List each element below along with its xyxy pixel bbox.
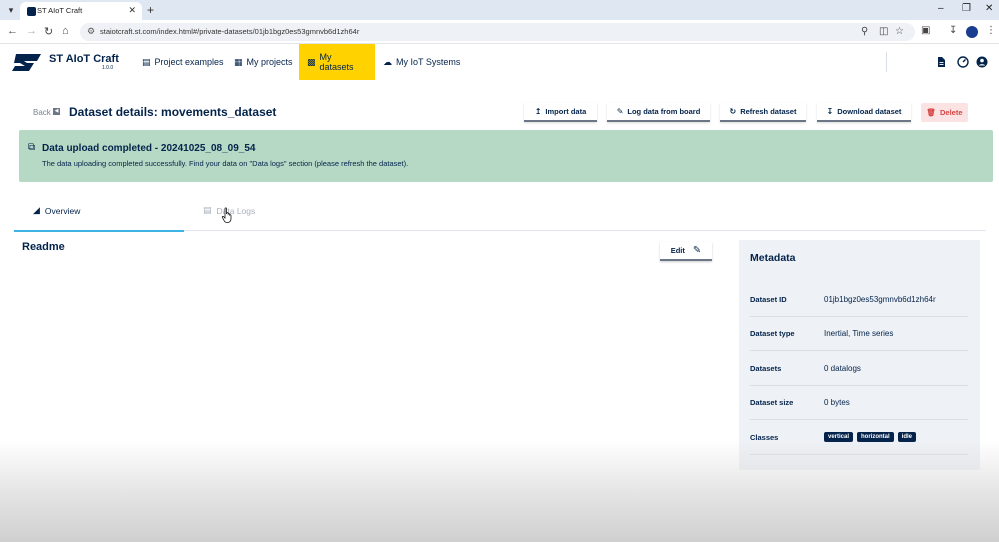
nav-label: My datasets	[319, 52, 354, 72]
metadata-label: Dataset type	[750, 329, 795, 338]
nav-label: Project examples	[154, 57, 224, 67]
pen-icon: ✎	[616, 107, 624, 116]
button-label: Log data from board	[627, 107, 701, 116]
back-arrow-icon[interactable]: ←	[7, 25, 18, 37]
metadata-label: Dataset ID	[750, 295, 787, 304]
download-dataset-button[interactable]: ↧ Download dataset	[817, 103, 911, 122]
nav-label: My projects	[246, 57, 293, 67]
reload-icon[interactable]: ↻	[44, 25, 53, 38]
button-label: Delete	[940, 108, 963, 117]
metadata-panel: Metadata Dataset ID 01jb1bgz0es53gmnvb6d…	[739, 240, 980, 470]
book-icon: ▤	[142, 56, 151, 67]
address-bar-row: ← → ↻ ⌂ ⚙ staiotcraft.st.com/index.html#…	[0, 20, 999, 44]
brand-name[interactable]: ST AIoT Craft	[49, 53, 119, 65]
tab-overview-label: Overview	[44, 205, 81, 216]
page-title: Dataset details: movements_dataset	[69, 105, 277, 119]
metadata-row-dataset-type: Dataset type Inertial, Time series	[750, 317, 968, 351]
restore-icon[interactable]: ❐	[962, 3, 971, 14]
log-file-icon: ▤	[203, 205, 212, 215]
import-data-button[interactable]: ↥ Import data	[524, 103, 597, 122]
copy-icon: ⧉	[28, 142, 36, 153]
extensions-icon[interactable]: ▣	[921, 25, 930, 36]
browser-tab[interactable]: ST AIoT Craft ✕	[20, 2, 142, 20]
cloud-icon: ☁	[383, 56, 392, 67]
close-tab-icon[interactable]: ✕	[128, 5, 136, 16]
video-bottom-fade	[0, 440, 999, 542]
pencil-icon: ✎	[692, 245, 702, 256]
tab-list-chevron-icon[interactable]: ▾	[4, 3, 18, 17]
window-close-icon[interactable]: ✕	[985, 3, 993, 14]
metadata-title: Metadata	[750, 252, 796, 264]
button-label: Edit	[670, 246, 685, 255]
downloads-icon[interactable]: ↧	[949, 25, 957, 36]
metadata-value: 01jb1bgz0es53gmnvb6d1zh64r	[824, 295, 936, 304]
header-divider	[886, 52, 887, 72]
hand-cursor-icon	[221, 207, 232, 223]
download-icon: ↧	[826, 107, 834, 116]
metadata-value: 0 bytes	[824, 398, 850, 407]
alert-message: The data uploading completed successfull…	[42, 159, 409, 168]
metadata-row-dataset-id: Dataset ID 01jb1bgz0es53gmnvb6d1zh64r	[750, 283, 968, 317]
metadata-label: Dataset size	[750, 398, 794, 407]
bookmark-star-icon[interactable]: ☆	[895, 26, 904, 37]
nav-my-projects[interactable]: ▦ My projects	[226, 44, 301, 80]
url-text: staiotcraft.st.com/index.html#/private-d…	[100, 27, 360, 36]
edit-readme-button[interactable]: Edit ✎	[660, 242, 712, 261]
home-icon[interactable]: ⌂	[62, 25, 69, 37]
readme-title: Readme	[22, 241, 65, 253]
nav-my-datasets[interactable]: ▩ My datasets	[299, 44, 375, 80]
document-icon[interactable]	[935, 56, 947, 68]
button-label: Import data	[545, 107, 587, 116]
url-input[interactable]: ⚙ staiotcraft.st.com/index.html#/private…	[80, 23, 915, 41]
minimize-icon[interactable]: –	[938, 3, 944, 14]
metadata-row-datasets: Datasets 0 datalogs	[750, 352, 968, 386]
button-label: Refresh dataset	[740, 107, 797, 116]
log-data-from-board-button[interactable]: ✎ Log data from board	[607, 103, 710, 122]
refresh-dataset-button[interactable]: ↻ Refresh dataset	[720, 103, 806, 122]
app-header: ST AIoT Craft 1.0.0 ▤ Project examples ▦…	[0, 44, 999, 80]
upload-success-alert: ⧉ Data upload completed - 20241025_08_09…	[19, 130, 993, 182]
delete-button[interactable]: 🗑︎ Delete	[921, 103, 968, 122]
trash-icon: 🗑︎	[926, 108, 936, 117]
new-tab-icon[interactable]: +	[147, 3, 154, 17]
dashboard-gauge-icon[interactable]	[957, 56, 969, 68]
browser-tab-bar: ▾ ST AIoT Craft ✕ + – ❐ ✕	[0, 0, 999, 20]
nav-label: My IoT Systems	[396, 57, 461, 67]
st-logo-icon[interactable]	[10, 52, 43, 72]
folder-icon: ▦	[234, 56, 243, 67]
profile-avatar-icon[interactable]	[966, 26, 978, 38]
tab-overview-label-group[interactable]: ◢ Overview	[33, 205, 80, 216]
metadata-row-dataset-size: Dataset size 0 bytes	[750, 386, 968, 420]
user-account-icon[interactable]	[976, 56, 988, 68]
site-favicon-icon	[27, 7, 36, 16]
button-label: Download dataset	[837, 107, 902, 116]
site-info-icon[interactable]: ⚙	[87, 26, 95, 37]
forward-arrow-icon[interactable]: →	[26, 25, 37, 37]
install-app-icon[interactable]: ◫	[879, 26, 888, 37]
brand-version: 1.0.0	[102, 65, 114, 71]
nav-my-iot-systems[interactable]: ☁ My IoT Systems	[375, 44, 468, 80]
metadata-value: Inertial, Time series	[824, 329, 894, 338]
alert-title: Data upload completed - 20241025_08_09_5…	[42, 143, 256, 154]
metadata-value: 0 datalogs	[824, 364, 861, 373]
refresh-icon: ↻	[729, 107, 737, 116]
zoom-icon[interactable]: ⚲	[861, 26, 868, 37]
chart-icon: ▩	[307, 56, 316, 67]
back-arrow-icon[interactable]: ◀	[53, 108, 60, 115]
browser-menu-icon[interactable]: ⋮	[986, 25, 996, 36]
browser-tab-title: ST AIoT Craft	[37, 6, 83, 15]
upload-icon: ↥	[534, 107, 542, 116]
metadata-label: Datasets	[750, 364, 782, 373]
back-link[interactable]: Back	[33, 108, 51, 117]
tag-icon: ◢	[33, 205, 40, 215]
nav-project-examples[interactable]: ▤ Project examples	[134, 44, 232, 80]
